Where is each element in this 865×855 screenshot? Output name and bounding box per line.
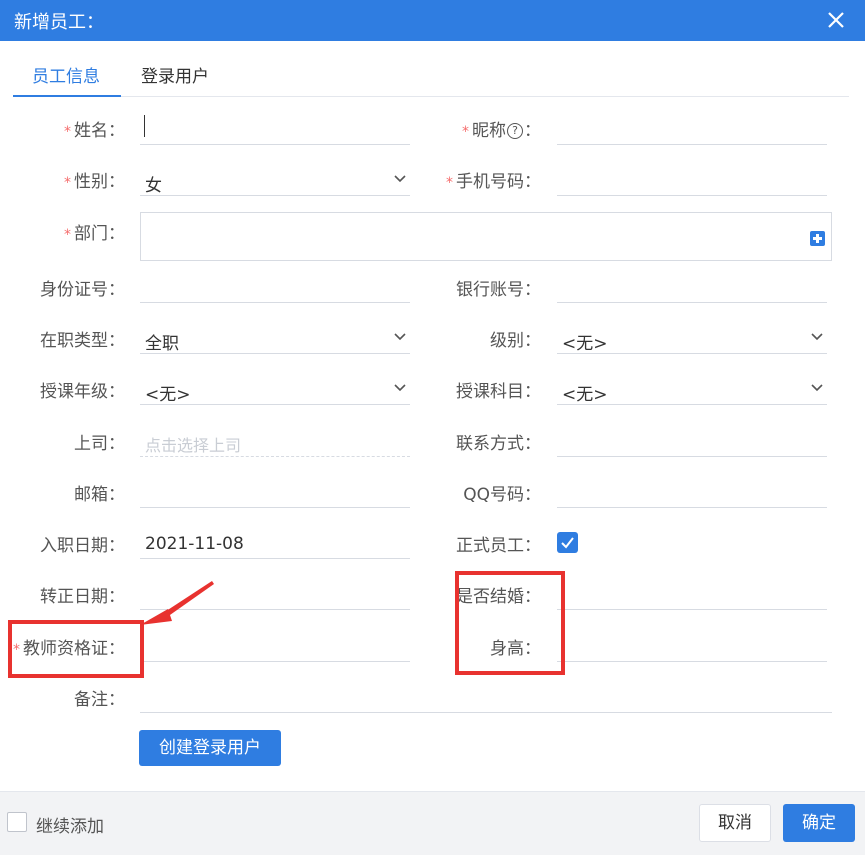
regular-employee-label: 正式员工： — [456, 536, 541, 556]
qq-input[interactable] — [557, 475, 827, 508]
chevron-down-icon — [811, 384, 823, 392]
remarks-input[interactable] — [140, 680, 832, 713]
continue-add-checkbox[interactable] — [7, 812, 27, 832]
dialog-titlebar: 新增员工： — [0, 0, 865, 41]
chevron-down-icon — [811, 333, 823, 341]
gender-label: * 性别： — [64, 172, 125, 192]
confirm-button[interactable]: 确定 — [783, 804, 855, 842]
remarks-label: 备注： — [74, 690, 125, 710]
gender-select[interactable]: 女 — [140, 163, 410, 196]
height-input[interactable] — [557, 629, 827, 662]
grade-label: 授课年级： — [40, 382, 125, 402]
subject-select[interactable]: <无> — [557, 372, 827, 405]
tab-employee-info[interactable]: 员工信息 — [32, 62, 100, 87]
hire-date-input[interactable]: 2021-11-08 — [140, 526, 410, 559]
add-department-icon[interactable] — [810, 231, 825, 246]
bank-account-label: 银行账号： — [456, 280, 541, 300]
contact-input[interactable] — [557, 424, 827, 457]
chevron-down-icon — [394, 384, 406, 392]
checkmark-icon — [561, 537, 574, 549]
regular-employee-checkbox[interactable] — [557, 532, 578, 553]
nickname-label: * 昵称?： — [462, 121, 541, 141]
department-label: * 部门： — [64, 224, 125, 244]
chevron-down-icon — [394, 333, 406, 341]
help-icon[interactable]: ? — [507, 123, 523, 139]
level-label: 级别： — [490, 331, 541, 351]
supervisor-picker[interactable]: 点击选择上司 — [140, 424, 410, 457]
employment-type-select[interactable]: 全职 — [140, 321, 410, 354]
chevron-down-icon — [394, 175, 406, 183]
married-input[interactable] — [557, 577, 827, 610]
mobile-label: * 手机号码： — [446, 172, 541, 192]
close-icon[interactable] — [827, 6, 845, 34]
id-number-label: 身份证号： — [40, 280, 125, 300]
tab-login-user[interactable]: 登录用户 — [141, 62, 209, 87]
department-field[interactable] — [140, 212, 832, 261]
name-input[interactable] — [140, 112, 410, 145]
highlight-box — [8, 620, 144, 678]
tab-active-indicator — [13, 95, 121, 97]
bank-account-input[interactable] — [557, 270, 827, 303]
subject-label: 授课科目： — [456, 382, 541, 402]
supervisor-label: 上司： — [74, 434, 125, 454]
regular-date-label: 转正日期： — [40, 587, 125, 607]
qq-label: QQ号码： — [463, 485, 541, 505]
name-label: * 姓名： — [64, 121, 125, 141]
hire-date-label: 入职日期： — [40, 536, 125, 556]
email-label: 邮箱： — [74, 485, 125, 505]
level-select[interactable]: <无> — [557, 321, 827, 354]
email-input[interactable] — [140, 475, 410, 508]
employment-type-label: 在职类型： — [40, 331, 125, 351]
mobile-input[interactable] — [557, 163, 827, 196]
id-number-input[interactable] — [140, 270, 410, 303]
create-login-user-button[interactable]: 创建登录用户 — [139, 730, 281, 766]
cancel-button[interactable]: 取消 — [699, 804, 771, 842]
dialog-title: 新增员工： — [14, 12, 104, 33]
nickname-input[interactable] — [557, 112, 827, 145]
continue-add-label: 继续添加 — [36, 817, 104, 837]
grade-select[interactable]: <无> — [140, 372, 410, 405]
tab-divider — [13, 96, 849, 97]
highlight-box — [455, 571, 565, 675]
contact-label: 联系方式： — [456, 434, 541, 454]
annotation-arrow — [140, 581, 214, 625]
text-caret — [144, 115, 145, 137]
